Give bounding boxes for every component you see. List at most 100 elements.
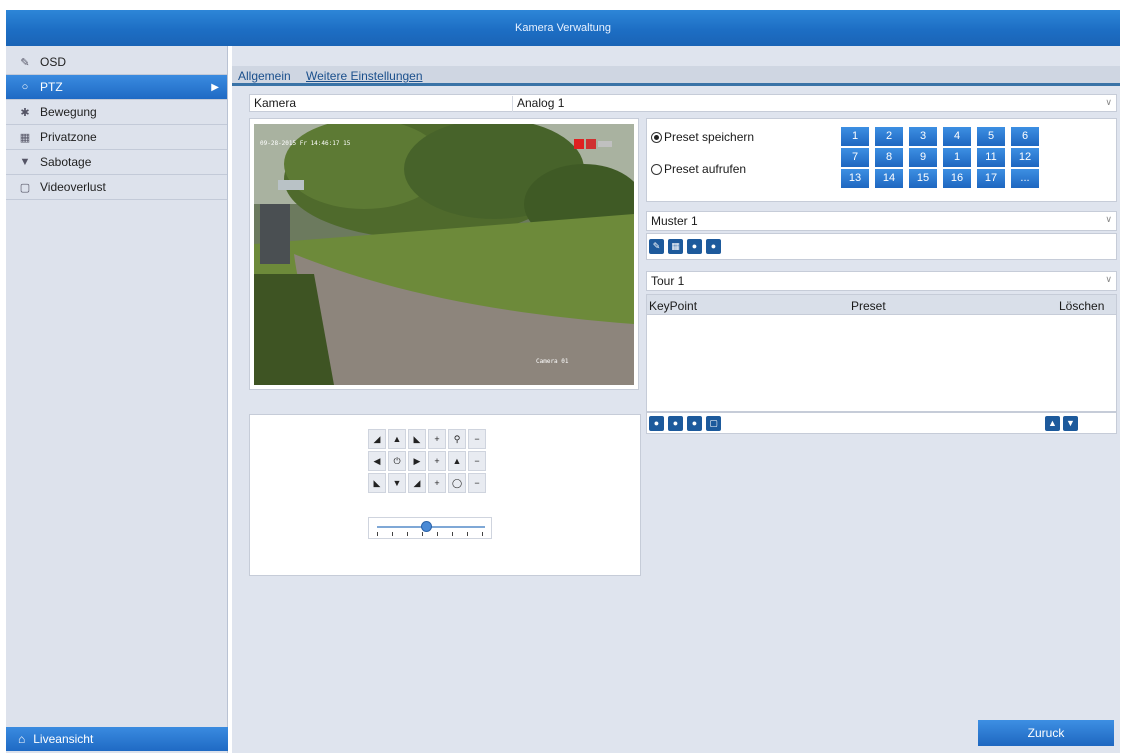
play-tour-icon[interactable]: ● bbox=[668, 416, 683, 431]
camera-label: Kamera bbox=[254, 96, 297, 110]
tour-toolbar: ● ● ● ▢ ▲ ▼ bbox=[646, 412, 1117, 434]
slider-tick bbox=[407, 532, 408, 536]
pan-up-icon[interactable]: ▲ bbox=[388, 429, 406, 449]
sidebar-item-osd[interactable]: ✎ OSD bbox=[6, 50, 227, 75]
slider-tick bbox=[467, 532, 468, 536]
sidebar: ✎ OSD ○ PTZ ▶ ✱ Bewegung ▦ Privatzone ▼ … bbox=[6, 46, 228, 753]
slider-tick bbox=[437, 532, 438, 536]
video-loss-icon: ▢ bbox=[19, 181, 31, 194]
sidebar-item-label: Videoverlust bbox=[40, 180, 106, 194]
zoom-out-icon[interactable]: − bbox=[468, 429, 486, 449]
sidebar-item-privatzone[interactable]: ▦ Privatzone bbox=[6, 125, 227, 150]
preset-button[interactable]: ... bbox=[1011, 169, 1039, 188]
edit-pattern-icon[interactable]: ✎ bbox=[649, 239, 664, 254]
pan-up-left-icon[interactable]: ◢ bbox=[368, 429, 386, 449]
camera-value: Analog 1 bbox=[512, 96, 564, 112]
tab-bar: Allgemein Weitere Einstellungen bbox=[232, 66, 1120, 86]
pattern-select[interactable]: Muster 1 ∨ bbox=[646, 211, 1117, 231]
iris-icon[interactable]: ◯ bbox=[448, 473, 466, 493]
home-icon: ⌂ bbox=[18, 732, 26, 746]
sidebar-item-bewegung[interactable]: ✱ Bewegung bbox=[6, 100, 227, 125]
sidebar-item-videoverlust[interactable]: ▢ Videoverlust bbox=[6, 175, 227, 200]
pan-left-icon[interactable]: ◀ bbox=[368, 451, 386, 471]
preset-button[interactable]: 6 bbox=[1011, 127, 1039, 146]
preset-call-label: Preset aufrufen bbox=[664, 162, 747, 176]
sidebar-item-ptz[interactable]: ○ PTZ ▶ bbox=[6, 75, 227, 100]
sidebar-item-label: PTZ bbox=[40, 80, 63, 94]
radio-unselected-icon bbox=[651, 163, 662, 175]
iris-close-icon[interactable]: − bbox=[468, 473, 486, 493]
preset-button[interactable]: 11 bbox=[977, 148, 1005, 167]
preset-button[interactable]: 3 bbox=[909, 127, 937, 146]
preset-button[interactable]: 13 bbox=[841, 169, 869, 188]
preset-button[interactable]: 8 bbox=[875, 148, 903, 167]
stop-pattern-icon[interactable]: ● bbox=[706, 239, 721, 254]
pattern-toolbar: ✎ ▦ ● ● bbox=[646, 233, 1117, 260]
move-down-icon[interactable]: ▼ bbox=[1063, 416, 1078, 431]
delete-keypoint-icon[interactable]: ▢ bbox=[706, 416, 721, 431]
pan-up-right-icon[interactable]: ◣ bbox=[408, 429, 426, 449]
iris-open-icon[interactable]: + bbox=[428, 473, 446, 493]
preset-button[interactable]: 15 bbox=[909, 169, 937, 188]
slider-tick bbox=[422, 532, 423, 536]
sidebar-item-sabotage[interactable]: ▼ Sabotage bbox=[6, 150, 227, 175]
pan-down-icon[interactable]: ▼ bbox=[388, 473, 406, 493]
preset-button[interactable]: 14 bbox=[875, 169, 903, 188]
preset-button[interactable]: 16 bbox=[943, 169, 971, 188]
column-keypoint: KeyPoint bbox=[649, 299, 698, 313]
camera-image bbox=[254, 124, 634, 385]
main-panel: Allgemein Weitere Einstellungen Kamera A… bbox=[232, 46, 1120, 753]
chevron-right-icon: ▶ bbox=[211, 81, 219, 93]
back-button[interactable]: Zuruck bbox=[978, 720, 1114, 746]
stop-tour-icon[interactable]: ● bbox=[687, 416, 702, 431]
preset-button[interactable]: 12 bbox=[1011, 148, 1039, 167]
radio-selected-icon bbox=[651, 131, 662, 143]
slider-tick bbox=[452, 532, 453, 536]
preset-button[interactable]: 9 bbox=[909, 148, 937, 167]
zoom-search-icon[interactable]: ⚲ bbox=[448, 429, 466, 449]
save-pattern-icon[interactable]: ▦ bbox=[668, 239, 683, 254]
live-view-label: Liveansicht bbox=[33, 732, 94, 746]
preset-button[interactable]: 1 bbox=[943, 148, 971, 167]
motion-icon: ✱ bbox=[20, 106, 30, 119]
focus-icon[interactable]: ▲ bbox=[448, 451, 466, 471]
video-preview[interactable]: 09-28-2015 Fr 14:46:17 15 Camera 01 bbox=[254, 124, 634, 385]
chevron-down-icon: ∨ bbox=[1105, 274, 1112, 284]
preset-panel: Preset speichern Preset aufrufen 1234567… bbox=[646, 118, 1117, 202]
preset-button[interactable]: 4 bbox=[943, 127, 971, 146]
video-preview-panel: 09-28-2015 Fr 14:46:17 15 Camera 01 bbox=[249, 118, 639, 390]
preset-save-radio[interactable]: Preset speichern bbox=[651, 130, 754, 144]
move-up-icon[interactable]: ▲ bbox=[1045, 416, 1060, 431]
preset-button[interactable]: 2 bbox=[875, 127, 903, 146]
preset-button[interactable]: 5 bbox=[977, 127, 1005, 146]
chevron-down-icon: ∨ bbox=[1105, 214, 1112, 224]
pan-right-icon[interactable]: ▶ bbox=[408, 451, 426, 471]
recording-indicator-icon bbox=[574, 139, 612, 149]
add-keypoint-icon[interactable]: ● bbox=[649, 416, 664, 431]
sidebar-item-label: Sabotage bbox=[40, 155, 92, 169]
tour-value: Tour 1 bbox=[651, 274, 685, 288]
camera-select[interactable]: Kamera Analog 1 ∨ bbox=[249, 94, 1117, 112]
live-view-button[interactable]: ⌂ Liveansicht bbox=[6, 727, 228, 751]
slider-tick bbox=[392, 532, 393, 536]
zoom-in-icon[interactable]: + bbox=[428, 429, 446, 449]
focus-in-icon[interactable]: + bbox=[428, 451, 446, 471]
sidebar-item-label: Privatzone bbox=[40, 130, 97, 144]
slider-handle[interactable] bbox=[421, 521, 432, 532]
focus-out-icon[interactable]: − bbox=[468, 451, 486, 471]
column-loeschen: Löschen bbox=[1059, 299, 1105, 313]
auto-scan-icon[interactable]: ⏻ bbox=[388, 451, 406, 471]
tab-weitere-einstellungen[interactable]: Weitere Einstellungen bbox=[306, 69, 423, 83]
osd-icon: ✎ bbox=[20, 56, 30, 69]
preset-button[interactable]: 7 bbox=[841, 148, 869, 167]
preset-button[interactable]: 1 bbox=[841, 127, 869, 146]
preset-button[interactable]: 17 bbox=[977, 169, 1005, 188]
privacy-icon: ▦ bbox=[19, 131, 31, 144]
tour-select[interactable]: Tour 1 ∨ bbox=[646, 271, 1117, 291]
tab-allgemein[interactable]: Allgemein bbox=[238, 69, 291, 83]
pan-down-left-icon[interactable]: ◣ bbox=[368, 473, 386, 493]
pan-down-right-icon[interactable]: ◢ bbox=[408, 473, 426, 493]
play-pattern-icon[interactable]: ● bbox=[687, 239, 702, 254]
ptz-speed-slider[interactable] bbox=[368, 517, 492, 539]
preset-call-radio[interactable]: Preset aufrufen bbox=[651, 162, 746, 176]
